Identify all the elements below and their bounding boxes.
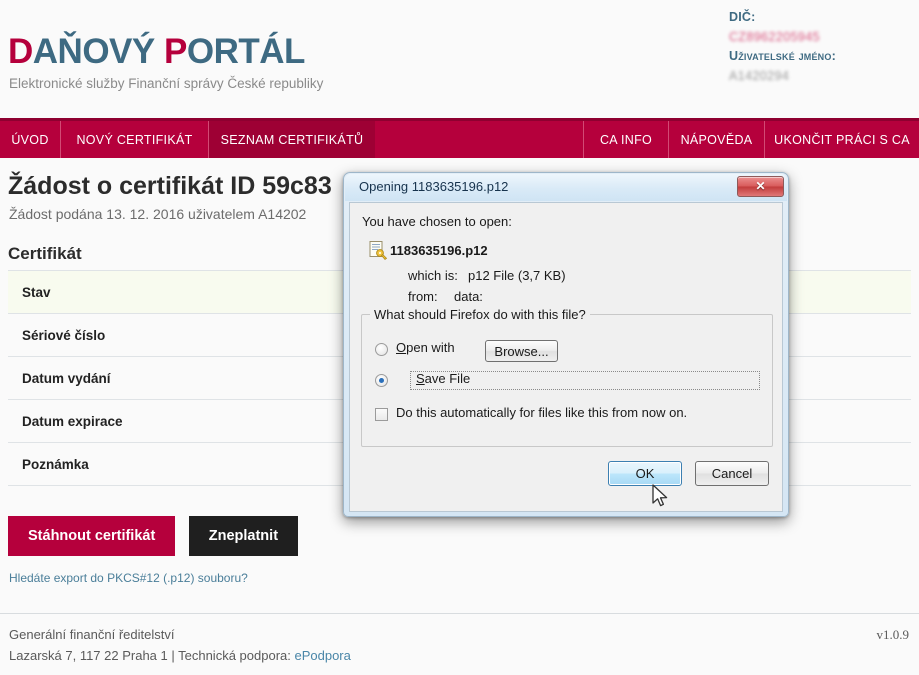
nav-item-label: CA INFO bbox=[600, 133, 652, 147]
save-file-label[interactable]: Save File bbox=[416, 371, 470, 386]
dialog-from-value: data: bbox=[454, 289, 483, 304]
save-file-label-rest: ave File bbox=[425, 371, 471, 386]
nav-item-1[interactable]: NOVÝ CERTIFIKÁT bbox=[60, 121, 208, 158]
app-version: v1.0.9 bbox=[877, 627, 910, 643]
download-certificate-button[interactable]: Stáhnout certifikát bbox=[8, 516, 175, 556]
table-cell-key: Sériové číslo bbox=[8, 314, 286, 357]
nav-item-3[interactable]: CA INFO bbox=[583, 121, 668, 158]
table-cell-key: Datum vydání bbox=[8, 357, 286, 400]
dialog-titlebar: Opening 1183635196.p12 ✕ bbox=[345, 174, 787, 201]
dialog-title: Opening 1183635196.p12 bbox=[359, 179, 508, 194]
footer-org-name: Generální finanční ředitelství bbox=[9, 627, 174, 642]
save-file-radio[interactable] bbox=[375, 374, 388, 387]
open-with-label[interactable]: Open with bbox=[396, 340, 455, 355]
dialog-body: You have chosen to open: 1183635196.p12 … bbox=[349, 202, 783, 512]
cancel-button[interactable]: Cancel bbox=[695, 461, 769, 486]
do-this-automatically-checkbox[interactable] bbox=[375, 408, 388, 421]
certificate-file-icon bbox=[368, 240, 388, 260]
save-file-accesskey: S bbox=[416, 371, 425, 386]
nav-item-4[interactable]: NÁPOVĚDA bbox=[668, 121, 764, 158]
dialog-from-label: from: bbox=[408, 289, 438, 304]
section-title-certificate: Certifikát bbox=[8, 244, 82, 264]
close-icon[interactable]: ✕ bbox=[737, 176, 784, 197]
footer-address-line: Lazarská 7, 117 22 Praha 1 | Technická p… bbox=[9, 648, 351, 663]
site-header: DAŇOVÝ PORTÁL Elektronické služby Finanč… bbox=[0, 0, 919, 118]
dialog-whichis-value: p12 File (3,7 KB) bbox=[468, 268, 566, 283]
dialog-chosen-text: You have chosen to open: bbox=[362, 214, 512, 229]
user-info-box: DIČ: CZ8962205945 Uživatelské jméno: A14… bbox=[729, 8, 909, 86]
nav-item-label: NÁPOVĚDA bbox=[681, 133, 753, 147]
open-with-radio[interactable] bbox=[375, 343, 388, 356]
username-label: Uživatelské jméno: bbox=[729, 47, 909, 66]
nav-item-label: NOVÝ CERTIFIKÁT bbox=[76, 133, 192, 147]
dic-value: CZ8962205945 bbox=[729, 27, 909, 47]
dialog-file-name: 1183635196.p12 bbox=[390, 243, 488, 258]
page-title: Žádost o certifikát ID 59c83 bbox=[8, 172, 332, 201]
epodpora-link[interactable]: ePodpora bbox=[294, 648, 350, 663]
nav-item-label: UKONČIT PRÁCI S CA bbox=[774, 133, 910, 147]
nav-item-label: ÚVOD bbox=[11, 133, 48, 147]
close-icon-glyph: ✕ bbox=[738, 177, 783, 196]
browse-button[interactable]: Browse... bbox=[485, 340, 558, 362]
footer-address-text: Lazarská 7, 117 22 Praha 1 | Technická p… bbox=[9, 648, 294, 663]
main-navigation: ÚVOD NOVÝ CERTIFIKÁT SEZNAM CERTIFIKÁTŮ CA … bbox=[0, 118, 919, 158]
opening-file-dialog: Opening 1183635196.p12 ✕ You have chosen… bbox=[343, 172, 789, 517]
table-cell-key: Datum expirace bbox=[8, 400, 286, 443]
page-root: DAŇOVÝ PORTÁL Elektronické služby Finanč… bbox=[0, 0, 919, 675]
action-button-row: Stáhnout certifikát Zneplatnit bbox=[8, 516, 298, 556]
logo-accent-p: P bbox=[164, 32, 187, 71]
fieldset-legend: What should Firefox do with this file? bbox=[370, 307, 590, 322]
nav-item-5[interactable]: UKONČIT PRÁCI S CA bbox=[764, 121, 919, 158]
nav-item-0[interactable]: ÚVOD bbox=[0, 121, 60, 158]
dialog-whichis-label: which is: bbox=[408, 268, 458, 283]
pkcs12-export-link[interactable]: Hledáte export do PKCS#12 (.p12) souboru… bbox=[9, 571, 248, 585]
open-with-accesskey: O bbox=[396, 340, 406, 355]
username-value: A1420294 bbox=[729, 66, 909, 86]
logo-rest-2: ORTÁL bbox=[187, 32, 305, 71]
open-with-label-rest: pen with bbox=[406, 340, 454, 355]
ok-button[interactable]: OK bbox=[608, 461, 682, 486]
do-this-automatically-label[interactable]: Do this automatically for files like thi… bbox=[396, 405, 687, 420]
dic-label: DIČ: bbox=[729, 8, 909, 27]
nav-item-label: SEZNAM CERTIFIKÁTŮ bbox=[221, 133, 364, 147]
site-footer: Generální finanční ředitelství Lazarská … bbox=[0, 613, 919, 675]
nav-item-2[interactable]: SEZNAM CERTIFIKÁTŮ bbox=[208, 121, 375, 158]
logo-rest-1: AŇOVÝ bbox=[33, 32, 164, 71]
page-subtitle: Žádost podána 13. 12. 2016 uživatelem A1… bbox=[9, 206, 306, 222]
table-cell-key: Poznámka bbox=[8, 443, 286, 486]
revoke-certificate-button[interactable]: Zneplatnit bbox=[189, 516, 298, 556]
site-tagline: Elektronické služby Finanční správy Česk… bbox=[9, 76, 323, 91]
logo-accent-d: D bbox=[8, 32, 33, 71]
table-cell-key: Stav bbox=[8, 271, 286, 314]
file-action-fieldset: What should Firefox do with this file? O… bbox=[361, 314, 773, 447]
site-logo: DAŇOVÝ PORTÁL bbox=[8, 32, 305, 72]
